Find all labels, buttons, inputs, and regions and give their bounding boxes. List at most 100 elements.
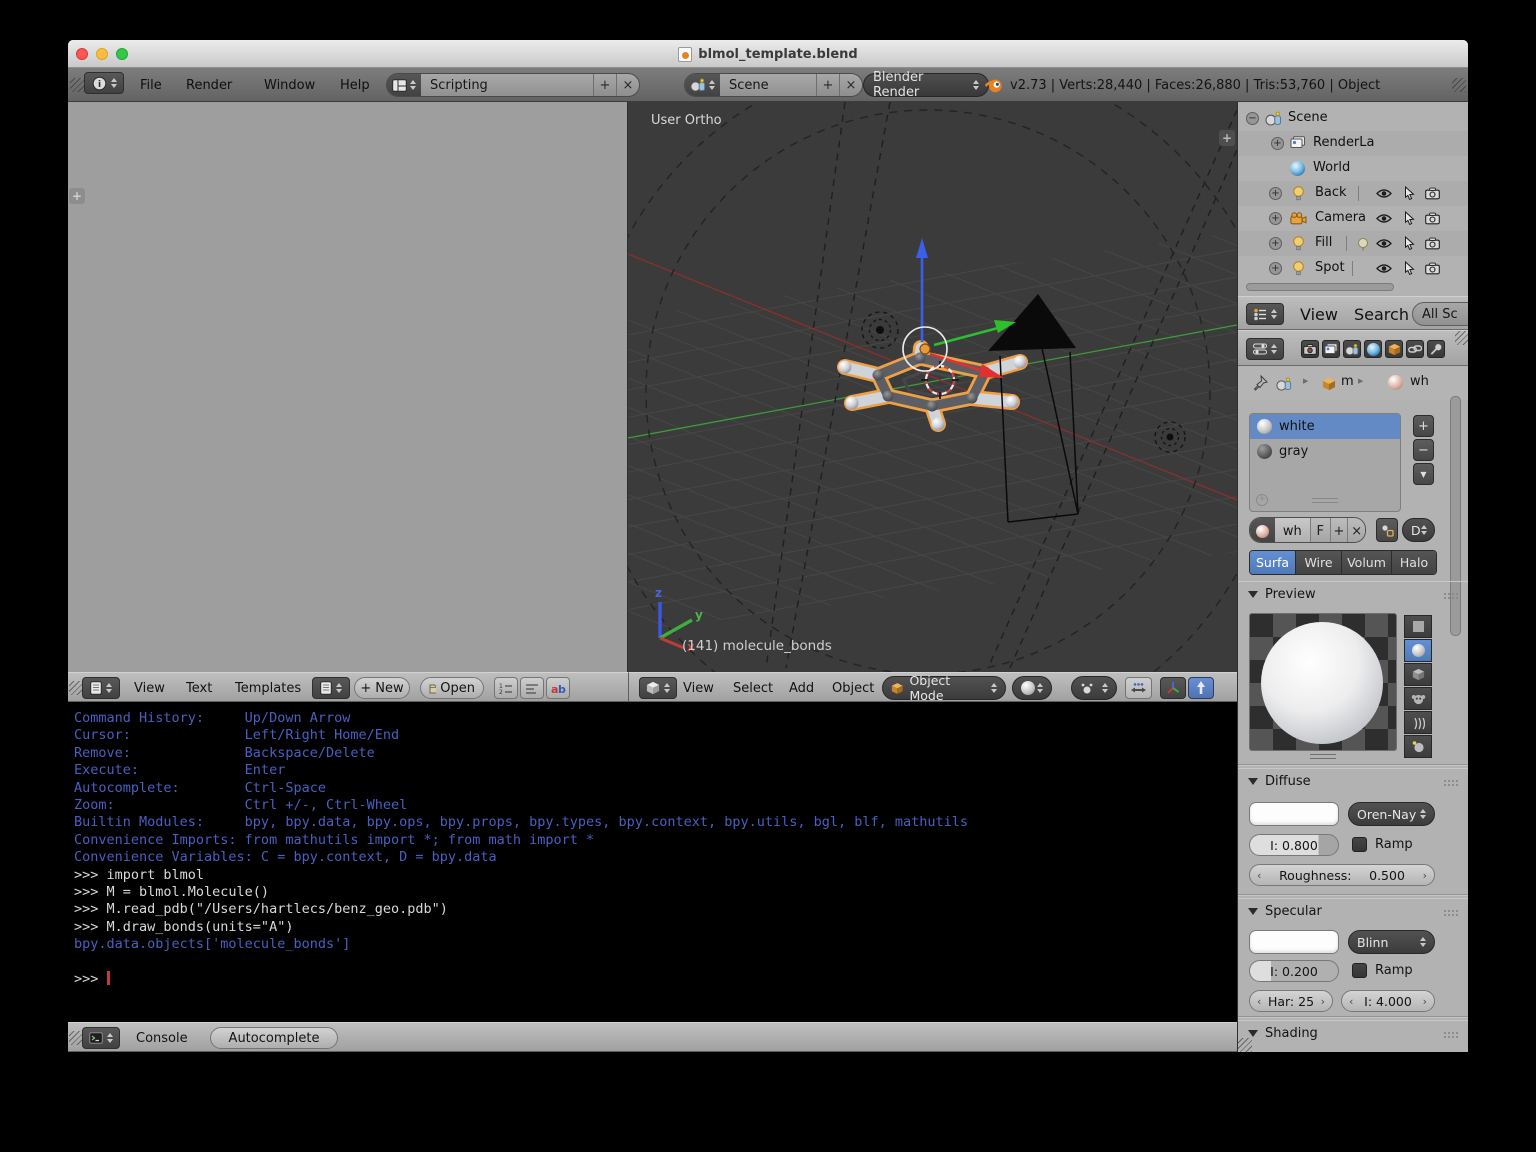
expand-icon[interactable]: + [1269, 187, 1282, 200]
breadcrumb-material-name[interactable]: wh [1410, 374, 1429, 389]
scene-name[interactable]: Scene [720, 74, 816, 96]
text-menu-templates[interactable]: Templates [235, 673, 301, 703]
translate-manipulator-button[interactable] [1188, 677, 1214, 699]
decrement-icon[interactable]: ‹ [1257, 869, 1261, 882]
3d-viewport[interactable]: User Ortho + z y x (141) molecule_bonds [628, 102, 1237, 672]
screen-layout-dropdown[interactable] [387, 74, 421, 96]
list-resize-grip[interactable] [1312, 498, 1338, 503]
breadcrumb-object-name[interactable]: m [1341, 374, 1354, 389]
expand-icon[interactable]: + [1269, 237, 1282, 250]
material-name-field[interactable]: wh [1275, 518, 1310, 543]
outliner-item-label[interactable]: Fill [1315, 235, 1332, 250]
console-menu[interactable]: Console [136, 1023, 188, 1052]
outliner-area[interactable]: − Scene + RenderLa World + Back [1238, 102, 1468, 296]
autocomplete-button[interactable]: Autocomplete [210, 1027, 338, 1049]
view3d-menu-view[interactable]: View [683, 673, 714, 703]
renderability-camera-icon[interactable] [1425, 212, 1440, 229]
fake-user-button[interactable]: F [1310, 518, 1330, 543]
material-slot-white[interactable]: white [1250, 414, 1400, 439]
mode-dropdown[interactable]: Object Mode [882, 676, 1006, 700]
preview-cube-button[interactable] [1404, 663, 1432, 686]
preview-flat-button[interactable] [1404, 615, 1432, 638]
diffuse-ramp-checkbox[interactable] [1352, 837, 1367, 852]
specular-ior-slider[interactable]: ‹ I: 4.000 › [1341, 990, 1435, 1012]
outliner-row-back[interactable]: + Back [1238, 181, 1468, 206]
render-engine-dropdown[interactable]: Blender Render [863, 73, 989, 97]
corner-grip[interactable] [70, 78, 84, 92]
renderability-camera-icon[interactable] [1425, 237, 1440, 254]
outliner-row-fill[interactable]: + Fill [1238, 231, 1468, 256]
add-material-slot-button[interactable]: + [1413, 415, 1434, 437]
menu-render[interactable]: Render [186, 68, 232, 102]
text-menu-view[interactable]: View [134, 673, 165, 703]
manipulator-axes-button[interactable] [1160, 677, 1186, 699]
view3d-menu-add[interactable]: Add [789, 673, 814, 703]
screen-layout-name[interactable]: Scripting [421, 74, 593, 96]
word-wrap-toggle[interactable] [520, 677, 544, 699]
add-scene-button[interactable]: + [816, 74, 839, 96]
preview-hair-button[interactable] [1404, 711, 1432, 734]
specular-shader-dropdown[interactable]: Blinn [1348, 930, 1435, 954]
selectability-cursor-icon[interactable] [1404, 261, 1415, 279]
text-menu-text[interactable]: Text [186, 673, 212, 703]
region-expand-tab[interactable]: + [69, 188, 85, 204]
preview-world-button[interactable] [1404, 735, 1432, 758]
remove-material-slot-button[interactable]: − [1413, 439, 1434, 461]
corner-grip[interactable] [69, 1031, 83, 1045]
panel-header-diffuse[interactable]: Diffuse [1238, 768, 1468, 794]
decrement-icon[interactable]: ‹ [1349, 995, 1353, 1008]
line-numbers-toggle[interactable]: 12 [494, 677, 518, 699]
outliner-item-label[interactable]: Back [1315, 185, 1347, 200]
diffuse-color-swatch[interactable] [1249, 802, 1339, 826]
preview-resize-grip[interactable] [1310, 754, 1336, 759]
list-add-icon[interactable]: + [1256, 494, 1268, 506]
scene-dropdown[interactable] [685, 74, 720, 96]
outliner-item-label[interactable]: Camera [1315, 210, 1366, 225]
outliner-row-world[interactable]: World [1238, 156, 1468, 181]
tab-object[interactable] [1385, 340, 1403, 358]
corner-grip[interactable] [1238, 1038, 1252, 1052]
tab-volume[interactable]: Volum [1342, 551, 1392, 574]
open-text-button[interactable]: Open [420, 677, 484, 699]
text-datablock-button[interactable] [312, 677, 350, 699]
specular-hardness-slider[interactable]: ‹ Har: 25 › [1249, 990, 1333, 1012]
view3d-menu-select[interactable]: Select [733, 673, 773, 703]
diffuse-shader-dropdown[interactable]: Oren-Nay [1348, 802, 1435, 826]
decrement-icon[interactable]: ‹ [1257, 995, 1261, 1008]
expand-icon[interactable]: + [1269, 262, 1282, 275]
visibility-eye-icon[interactable] [1376, 263, 1392, 278]
outliner-item-label[interactable]: Scene [1288, 110, 1328, 125]
editor-type-properties-button[interactable] [1246, 338, 1284, 360]
outliner-display-filter[interactable]: All Sc [1412, 302, 1468, 326]
outliner-menu-search[interactable]: Search [1354, 297, 1409, 331]
increment-icon[interactable]: › [1423, 869, 1427, 882]
editor-type-info-button[interactable]: i [84, 72, 124, 94]
outliner-row-camera[interactable]: + Camera [1238, 206, 1468, 231]
specular-color-swatch[interactable] [1249, 930, 1339, 954]
tab-render[interactable] [1301, 340, 1319, 358]
expand-icon[interactable]: + [1271, 137, 1284, 150]
panel-drag-dots-icon[interactable] [1443, 1031, 1459, 1038]
tab-scene[interactable] [1343, 340, 1361, 358]
material-slot-list[interactable]: white gray + [1249, 413, 1401, 512]
editor-type-console-button[interactable] [82, 1027, 120, 1049]
corner-grip[interactable] [1455, 331, 1468, 345]
outliner-menu-view[interactable]: View [1300, 297, 1338, 331]
pin-icon[interactable] [1252, 375, 1268, 395]
selectability-cursor-icon[interactable] [1404, 186, 1415, 204]
collapse-icon[interactable]: − [1246, 112, 1259, 125]
object-cube-icon[interactable] [1322, 376, 1336, 395]
panel-drag-dots-icon[interactable] [1443, 779, 1459, 786]
tab-wire[interactable]: Wire [1296, 551, 1342, 574]
viewport-canvas[interactable] [628, 102, 1237, 672]
panel-drag-dots-icon[interactable] [1443, 909, 1459, 916]
specular-intensity-slider[interactable]: I: 0.200 [1249, 960, 1339, 982]
console-prompt-line[interactable]: >>> [74, 971, 1237, 988]
python-console[interactable]: Command History: Up/Down Arrow Cursor: L… [68, 702, 1237, 1022]
lamp-data-icon[interactable] [1356, 237, 1370, 255]
panel-drag-dots-icon[interactable] [1443, 592, 1459, 599]
outliner-row-renderlayers[interactable]: + RenderLa [1238, 131, 1468, 156]
menu-window[interactable]: Window [264, 68, 315, 102]
tab-render-layers[interactable] [1322, 340, 1340, 358]
syntax-highlight-toggle[interactable]: ab [546, 677, 570, 699]
